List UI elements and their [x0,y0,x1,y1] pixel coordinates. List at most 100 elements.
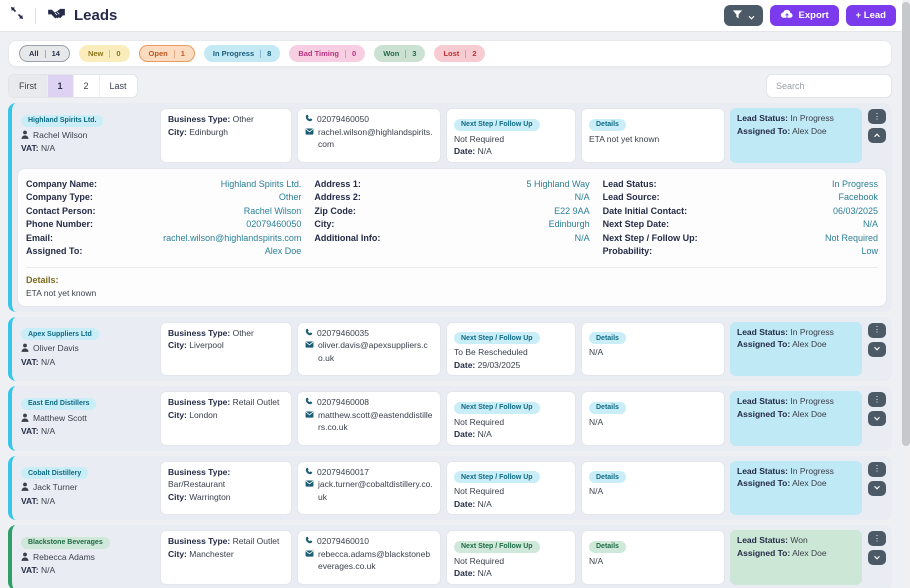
business-type-label: Business Type: [168,397,230,407]
pagination-first[interactable]: First [9,75,48,97]
tab-open[interactable]: Open 1 [139,45,195,62]
email-value[interactable]: matthew.scott@eastenddistillers.co.uk [318,409,433,434]
expand-row-button[interactable] [868,342,886,357]
chevron-down-icon [873,415,881,423]
status-cell: Lead Status: In Progress Assigned To: Al… [730,461,862,516]
lead-card: East End Distillers Matthew Scott VAT: N… [8,386,892,451]
kebab-menu-button[interactable]: ⋮ [868,531,886,546]
tab-label: Open [149,49,168,58]
tab-bad-timing[interactable]: Bad Timing0 [289,45,365,62]
date-value: N/A [478,429,492,439]
expand-row-button[interactable] [868,411,886,426]
business-cell: Business Type: Retail Outlet City: Manch… [160,530,292,585]
phone-number-value: 02079460050 [246,218,301,232]
company-type-label: Company Type: [26,191,93,205]
person-icon [21,481,29,495]
pagination-page-2[interactable]: 2 [74,75,100,97]
vat-value: N/A [41,565,55,575]
status-cell: Lead Status: In Progress Assigned To: Al… [730,322,862,377]
business-type-value: Bar/Restaurant [168,479,225,489]
email-value[interactable]: rachel.wilson@highlandspirits.com [318,126,433,151]
address1-label: Address 1: [314,178,361,192]
pagination-page-1[interactable]: 1 [48,75,74,97]
kebab-menu-button[interactable]: ⋮ [868,392,886,407]
details-badge: Details [589,541,626,553]
business-type-value: Other [233,328,254,338]
address2-value: N/A [575,191,590,205]
kebab-menu-button[interactable]: ⋮ [868,462,886,477]
lead-card: Cobalt Distillery Jack Turner VAT: N/A B… [8,456,892,521]
company-cell: Highland Spirits Ltd. Rachel Wilson VAT:… [17,108,155,163]
add-lead-button[interactable]: + Lead [846,5,896,26]
email-value[interactable]: rebecca.adams@blackstonebeverages.co.uk [318,548,433,573]
export-button[interactable]: Export [770,5,839,26]
next-step-date-label: Next Step Date: [603,218,670,232]
assigned-to-value: Alex Doe [792,409,827,419]
handshake-icon [47,7,66,25]
next-step-value: Not Required [454,416,568,429]
business-cell: Business Type: Retail Outlet City: Londo… [160,391,292,446]
scrollbar-thumb[interactable] [902,2,910,446]
contact-cell: 02079460008 matthew.scott@eastenddistill… [297,391,441,446]
email-value[interactable]: jack.turner@cobaltdistillery.co.uk [318,478,433,503]
scrollbar-track[interactable] [902,0,910,588]
email-detail-value[interactable]: rachel.wilson@highlandspirits.com [163,232,301,246]
details-value: ETA not yet known [589,133,717,146]
vat-value: N/A [41,143,55,153]
chevron-down-icon [873,484,881,492]
company-badge[interactable]: Highland Spirits Ltd. [21,115,103,127]
email-icon [305,409,314,422]
next-step-badge: Next Step / Follow Up [454,332,540,344]
expand-row-button[interactable] [868,481,886,496]
company-badge[interactable]: Blackstone Beverages [21,537,110,549]
contact-name: Rachel Wilson [33,129,87,142]
details-cell: Details ETA not yet known [581,108,725,163]
search-input[interactable] [766,74,892,98]
kebab-menu-button[interactable]: ⋮ [868,109,886,124]
assigned-to-value: Alex Doe [792,339,827,349]
tab-label: In Progress [213,49,254,58]
date-label: Date: [454,429,475,439]
status-cell: Lead Status: In Progress Assigned To: Al… [730,108,862,163]
contact-person-label: Contact Person: [26,205,96,219]
assigned-to-label: Assigned To: [737,478,790,488]
tab-in-progress[interactable]: In Progress8 [204,45,280,62]
business-cell: Business Type: Other City: Edinburgh [160,108,292,163]
business-type-label: Business Type: [168,328,230,338]
city-label: City: [168,549,187,559]
tab-count: 2 [472,49,476,58]
vat-value: N/A [41,426,55,436]
tab-won[interactable]: Won3 [374,45,425,62]
collapse-row-button[interactable] [868,128,886,143]
collapse-icon[interactable] [10,6,24,25]
tab-count: 1 [181,49,185,58]
tab-label: Lost [443,49,459,58]
contact-name: Jack Turner [33,481,77,494]
phone-icon [305,113,313,126]
company-badge[interactable]: Cobalt Distillery [21,467,88,479]
email-value[interactable]: oliver.davis@apexsuppliers.co.uk [318,339,433,364]
kebab-icon: ⋮ [873,113,881,121]
details-value: N/A [589,346,717,359]
assigned-to-label: Assigned To: [737,339,790,349]
lead-status-detail-label: Lead Status: [603,178,657,192]
kebab-icon: ⋮ [873,396,881,404]
company-badge[interactable]: East End Distillers [21,398,96,410]
date-label: Date: [454,499,475,509]
assigned-to-value: Alex Doe [792,478,827,488]
next-step-cell: Next Step / Follow Up Not Required Date:… [446,530,576,585]
details-cell: Details N/A [581,461,725,516]
city-label: City: [168,127,187,137]
tab-all[interactable]: All14 [19,45,70,62]
kebab-icon: ⋮ [873,465,881,473]
pagination-last[interactable]: Last [100,75,137,97]
next-step-cell: Next Step / Follow Up To Be Rescheduled … [446,322,576,377]
company-badge[interactable]: Apex Suppliers Ltd [21,328,99,340]
page-title: Leads [74,7,117,24]
kebab-menu-button[interactable]: ⋮ [868,323,886,338]
tab-lost[interactable]: Lost 2 [434,45,485,62]
filter-dropdown-button[interactable] [724,5,763,26]
pagination: First 1 2 Last [8,74,138,98]
expand-row-button[interactable] [868,550,886,565]
tab-new[interactable]: New0 [79,45,130,62]
